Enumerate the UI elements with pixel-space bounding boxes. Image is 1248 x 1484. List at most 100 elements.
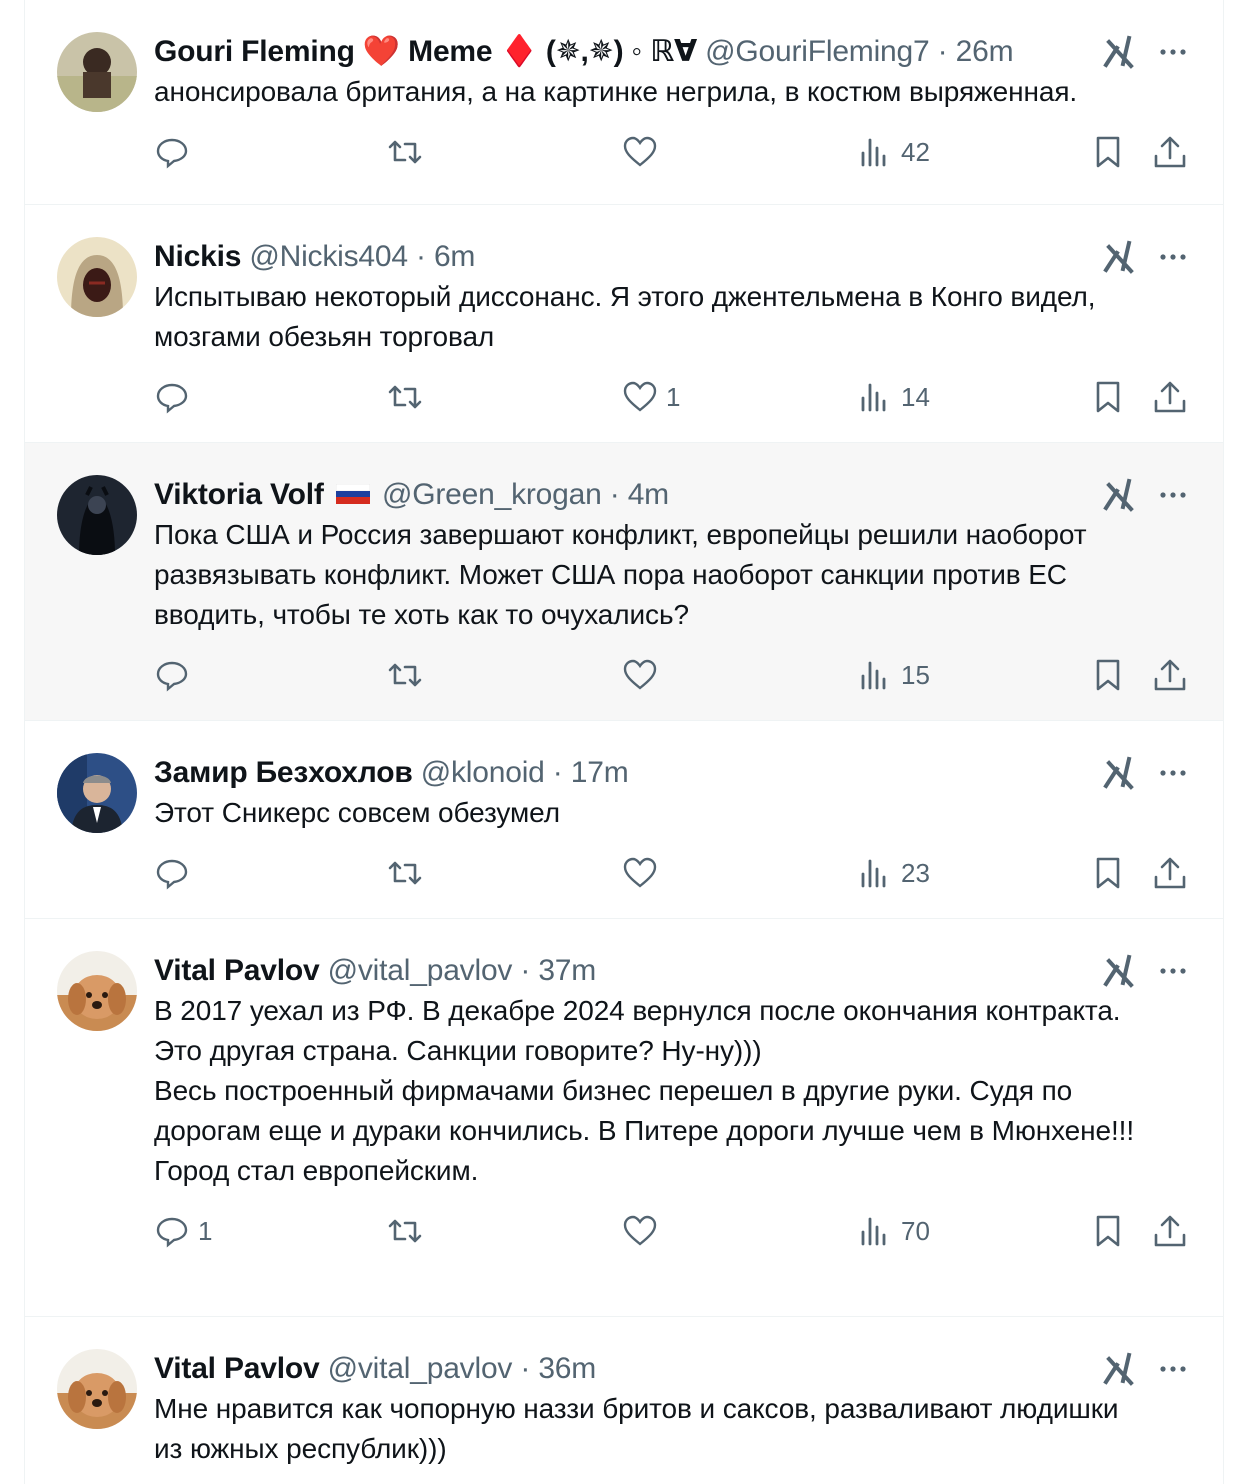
- bookmark-button[interactable]: [1090, 657, 1126, 693]
- separator-dot: ·: [416, 240, 426, 273]
- more-icon[interactable]: [1155, 477, 1191, 513]
- timestamp[interactable]: 37m: [538, 954, 596, 987]
- retweet-button[interactable]: [387, 855, 423, 891]
- separator-dot: ·: [609, 478, 620, 511]
- retweet-button[interactable]: [387, 1213, 423, 1249]
- grok-icon[interactable]: [1101, 34, 1137, 70]
- reply-button[interactable]: 1: [154, 1213, 212, 1249]
- reply-button[interactable]: [154, 855, 198, 891]
- like-icon: [623, 659, 657, 690]
- views-button[interactable]: 70: [857, 1213, 930, 1249]
- bookmark-button[interactable]: [1090, 379, 1126, 415]
- share-button[interactable]: [1152, 1213, 1188, 1249]
- tweet[interactable]: Vital Pavlov @vital_pavlov · 36m Мне нра…: [25, 1317, 1223, 1484]
- tweet-header: Viktoria Volf @Green_krogan · 4m: [154, 473, 1147, 517]
- handle[interactable]: @klonoid: [421, 756, 545, 789]
- retweet-button[interactable]: [387, 657, 423, 693]
- views-button[interactable]: 14: [857, 379, 930, 415]
- tweet-text: анонсировала британия, а на картинке нег…: [154, 76, 1078, 107]
- more-icon[interactable]: [1155, 953, 1191, 989]
- grok-icon[interactable]: [1101, 1351, 1137, 1387]
- like-button[interactable]: [622, 134, 666, 170]
- views-button[interactable]: 42: [857, 134, 930, 170]
- share-button[interactable]: [1152, 134, 1188, 170]
- like-button[interactable]: [622, 657, 666, 693]
- handle[interactable]: @Green_krogan: [382, 478, 602, 511]
- bookmark-icon: [1096, 1215, 1120, 1247]
- handle[interactable]: @vital_pavlov: [328, 954, 513, 987]
- more-icon[interactable]: [1155, 34, 1191, 70]
- grok-icon[interactable]: [1101, 239, 1137, 275]
- handle[interactable]: @vital_pavlov: [328, 1352, 513, 1385]
- bookmark-button[interactable]: [1090, 134, 1126, 170]
- bookmark-icon: [1096, 659, 1120, 691]
- timestamp[interactable]: 4m: [628, 478, 669, 511]
- grok-icon[interactable]: [1101, 477, 1137, 513]
- more-icon[interactable]: [1155, 239, 1191, 275]
- tweet-text: Мне нравится как чопорную наззи бритов и…: [154, 1393, 1119, 1464]
- reply-button[interactable]: [154, 379, 198, 415]
- like-icon: [623, 1215, 657, 1246]
- tweet-text: Испытываю некоторый диссонанс. Я этого д…: [154, 281, 1096, 352]
- retweet-icon: [388, 1219, 422, 1243]
- more-icon[interactable]: [1155, 755, 1191, 791]
- avatar[interactable]: [57, 475, 137, 555]
- replies-feed: Gouri Fleming ❤️ Meme ♦️ (✵,✵) ◦ ℝ∀ @Gou…: [24, 0, 1224, 1484]
- like-button[interactable]: [622, 855, 666, 891]
- like-button[interactable]: 1: [622, 379, 680, 415]
- tweet[interactable]: Замир Безхохлов @klonoid · 17m Этот Сник…: [25, 721, 1223, 919]
- retweet-button[interactable]: [387, 134, 423, 170]
- display-name[interactable]: Viktoria Volf: [154, 478, 324, 511]
- tweet[interactable]: Nickis @Nickis404 · 6m Испытываю некотор…: [25, 205, 1223, 443]
- share-button[interactable]: [1152, 657, 1188, 693]
- like-button[interactable]: [622, 1213, 666, 1249]
- timestamp[interactable]: 6m: [434, 240, 475, 273]
- avatar[interactable]: [57, 1349, 137, 1429]
- share-button[interactable]: [1152, 379, 1188, 415]
- tweet[interactable]: Gouri Fleming ❤️ Meme ♦️ (✵,✵) ◦ ℝ∀ @Gou…: [25, 0, 1223, 205]
- display-name[interactable]: Vital Pavlov: [154, 954, 320, 987]
- handle[interactable]: @GouriFleming7: [705, 35, 930, 68]
- timestamp[interactable]: 36m: [538, 1352, 596, 1385]
- bookmark-button[interactable]: [1090, 1213, 1126, 1249]
- display-name[interactable]: Замир Безхохлов: [154, 756, 413, 789]
- action-bar: 1 70: [154, 1213, 1186, 1273]
- more-icon[interactable]: [1155, 1351, 1191, 1387]
- view-count: 15: [901, 659, 930, 690]
- bookmark-button[interactable]: [1090, 855, 1126, 891]
- display-name[interactable]: Nickis: [154, 240, 241, 273]
- display-name[interactable]: Gouri Fleming ❤️ Meme ♦️ (✵,✵) ◦ ℝ∀: [154, 35, 697, 68]
- avatar[interactable]: [57, 32, 137, 112]
- tweet[interactable]: Viktoria Volf @Green_krogan · 4m Пока СШ…: [25, 443, 1223, 721]
- grok-icon[interactable]: [1101, 755, 1137, 791]
- tweet[interactable]: Vital Pavlov @vital_pavlov · 37m В 2017 …: [25, 919, 1223, 1317]
- reply-button[interactable]: [154, 657, 198, 693]
- share-icon: [1154, 1215, 1186, 1247]
- views-button[interactable]: 15: [857, 657, 930, 693]
- views-button[interactable]: 23: [857, 855, 930, 891]
- avatar[interactable]: [57, 753, 137, 833]
- like-count: 1: [666, 381, 681, 412]
- grok-icon[interactable]: [1101, 953, 1137, 989]
- retweet-button[interactable]: [387, 379, 423, 415]
- avatar[interactable]: [57, 237, 137, 317]
- display-name[interactable]: Vital Pavlov: [154, 1352, 320, 1385]
- like-icon: [623, 857, 657, 888]
- reply-icon: [156, 138, 188, 169]
- like-icon: [623, 381, 657, 412]
- separator-dot: ·: [520, 1352, 531, 1385]
- handle[interactable]: @Nickis404: [249, 240, 408, 273]
- reply-icon: [156, 383, 188, 414]
- share-icon: [1154, 381, 1186, 413]
- views-icon: [861, 1217, 886, 1246]
- avatar[interactable]: [57, 951, 137, 1031]
- views-icon: [861, 859, 886, 888]
- share-button[interactable]: [1152, 855, 1188, 891]
- tweet-text: В 2017 уехал из РФ. В декабре 2024 верну…: [154, 995, 1135, 1186]
- timestamp[interactable]: 26m: [956, 35, 1014, 68]
- bookmark-icon: [1096, 136, 1120, 168]
- timestamp[interactable]: 17m: [571, 756, 629, 789]
- tweet-header: Nickis @Nickis404 · 6m: [154, 235, 1147, 279]
- share-icon: [1154, 659, 1186, 691]
- reply-button[interactable]: [154, 134, 198, 170]
